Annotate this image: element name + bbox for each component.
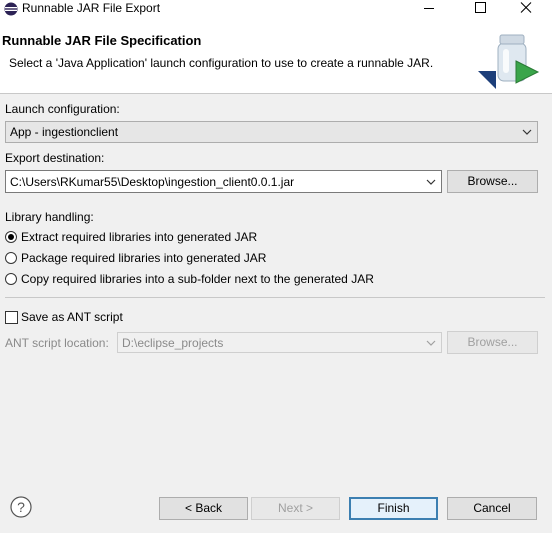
close-icon [520,2,532,13]
ant-location-label: ANT script location: [5,336,109,350]
divider [5,297,545,298]
launch-config-select[interactable]: App - ingestionclient [5,121,538,143]
title-bar: Runnable JAR File Export [0,0,552,17]
cancel-button[interactable]: Cancel [447,497,537,520]
radio-extract-label: Extract required libraries into generate… [21,230,258,244]
save-ant-checkbox[interactable] [5,311,18,324]
radio-package-label: Package required libraries into generate… [21,251,267,265]
chevron-down-icon [426,340,436,346]
radio-button[interactable] [5,252,17,264]
export-destination-combo[interactable]: C:\Users\RKumar55\Desktop\ingestion_clie… [5,170,442,193]
page-title: Runnable JAR File Specification [2,33,202,48]
ant-location-value: D:\eclipse_projects [122,336,224,350]
radio-selected-dot [8,234,14,240]
radio-extract[interactable]: Extract required libraries into generate… [5,230,405,246]
help-button[interactable]: ? [10,496,32,518]
next-button[interactable]: Next > [251,497,340,520]
export-destination-value: C:\Users\RKumar55\Desktop\ingestion_clie… [10,175,295,189]
back-button[interactable]: < Back [159,497,248,520]
eclipse-icon [4,2,18,16]
save-ant-label: Save as ANT script [21,310,123,324]
library-handling-label: Library handling: [5,210,94,224]
chevron-down-icon [426,179,436,185]
page-description: Select a 'Java Application' launch confi… [9,56,434,70]
ant-location-combo[interactable]: D:\eclipse_projects [117,332,442,353]
jar-export-icon [478,34,540,89]
radio-button[interactable] [5,273,17,285]
radio-copy[interactable]: Copy required libraries into a sub-folde… [5,272,445,288]
radio-package[interactable]: Package required libraries into generate… [5,251,405,267]
svg-text:?: ? [17,499,25,515]
export-destination-label: Export destination: [5,151,105,165]
wizard-banner: Runnable JAR File Specification Select a… [0,17,552,94]
close-button[interactable] [511,0,541,17]
finish-button[interactable]: Finish [349,497,438,520]
minimize-button[interactable] [414,0,444,17]
radio-button[interactable] [5,231,17,243]
help-icon: ? [10,496,32,518]
radio-copy-label: Copy required libraries into a sub-folde… [21,272,374,286]
ant-browse-button[interactable]: Browse... [447,331,538,354]
launch-config-label: Launch configuration: [5,102,120,116]
maximize-button[interactable] [466,0,496,17]
window-title: Runnable JAR File Export [22,1,161,15]
launch-config-value: App - ingestionclient [10,125,119,139]
maximize-icon [475,2,486,13]
chevron-down-icon [522,129,532,135]
save-ant-script-option[interactable]: Save as ANT script [5,310,205,326]
export-browse-button[interactable]: Browse... [447,170,538,193]
minimize-icon [424,8,434,9]
